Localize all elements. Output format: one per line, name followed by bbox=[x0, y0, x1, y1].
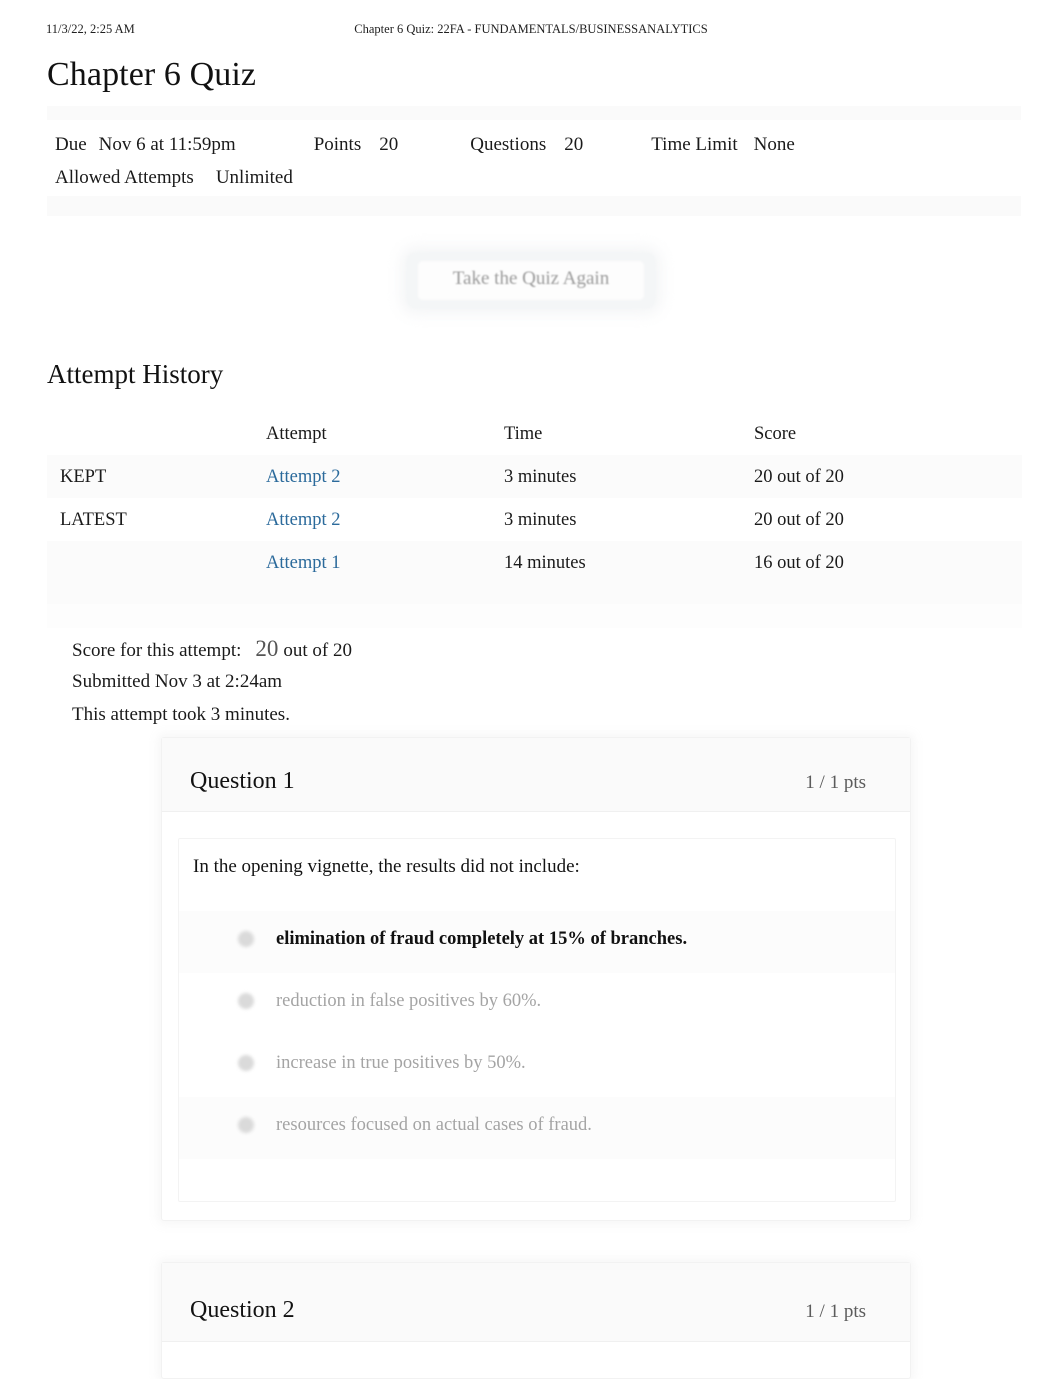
duration-line: This attempt took 3 minutes. bbox=[72, 704, 290, 725]
attempt-status: KEPT bbox=[60, 467, 107, 487]
submitted-line: Submitted Nov 3 at 2:24am bbox=[72, 671, 283, 692]
answer-label: resources focused on actual cases of fra… bbox=[276, 1115, 592, 1135]
attempt-history-title: Attempt History bbox=[47, 359, 224, 389]
answer-option[interactable]: resources focused on actual cases of fra… bbox=[179, 1097, 895, 1159]
allowed-attempts-value: Unlimited bbox=[215, 167, 293, 188]
points-value: 20 bbox=[379, 134, 399, 155]
print-document-title: Chapter 6 Quiz: 22FA - FUNDAMENTALS/BUSI… bbox=[354, 22, 708, 36]
answer-label: reduction in false positives by 60%. bbox=[276, 991, 542, 1011]
table-row: LATEST Attempt 2 3 minutes 20 out of 20 bbox=[47, 498, 1022, 541]
question-card: Question 2 1 / 1 pts bbox=[161, 1262, 911, 1379]
attempt-status: LATEST bbox=[60, 510, 127, 530]
points-label: Points bbox=[313, 134, 362, 155]
time-limit-label: Time Limit bbox=[651, 134, 738, 155]
score-line: Score for this attempt: 20 out of 20 bbox=[72, 632, 972, 665]
column-header-time: Time bbox=[504, 424, 543, 444]
question-points: 1 / 1 pts bbox=[805, 772, 866, 793]
answer-label: elimination of fraud completely at 15% o… bbox=[276, 929, 688, 949]
due-value: Nov 6 at 11:59pm bbox=[98, 134, 236, 155]
attempt-score: 20 out of 20 bbox=[754, 467, 844, 487]
quiz-details-row-attempts: Allowed Attempts Unlimited bbox=[55, 161, 1015, 194]
question-body: In the opening vignette, the results did… bbox=[178, 838, 896, 1202]
column-header-score: Score bbox=[754, 424, 797, 444]
question-title: Question 1 bbox=[190, 768, 295, 794]
table-header-row: Attempt Time Score bbox=[47, 412, 1022, 455]
question-points: 1 / 1 pts bbox=[805, 1301, 866, 1322]
questions-value: 20 bbox=[564, 134, 584, 155]
time-limit-value: None bbox=[753, 134, 795, 155]
attempt-time: 3 minutes bbox=[504, 510, 577, 530]
attempt-link[interactable]: Attempt 2 bbox=[266, 507, 341, 533]
allowed-attempts-label: Allowed Attempts bbox=[55, 167, 194, 188]
quiz-details-band-bottom bbox=[47, 196, 1021, 216]
quiz-details-band-top bbox=[47, 106, 1021, 120]
print-header: 11/3/22, 2:25 AM Chapter 6 Quiz: 22FA - … bbox=[0, 22, 1062, 42]
take-quiz-again-label: Take the Quiz Again bbox=[452, 268, 610, 289]
table-row: KEPT Attempt 2 3 minutes 20 out of 20 bbox=[47, 455, 1022, 498]
answer-option[interactable]: reduction in false positives by 60%. bbox=[179, 973, 895, 1035]
answer-label: increase in true positives by 50%. bbox=[276, 1053, 526, 1073]
table-footer-band bbox=[47, 584, 1022, 604]
radio-icon bbox=[238, 1055, 254, 1071]
questions-label: Questions bbox=[470, 134, 547, 155]
page-title: Chapter 6 Quiz bbox=[47, 56, 257, 93]
table-footer-band-2 bbox=[47, 604, 1022, 628]
question-title: Question 2 bbox=[190, 1297, 295, 1323]
quiz-details-row-primary: Due Nov 6 at 11:59pm Points 20 Questions 20 Ti… bbox=[55, 128, 1015, 161]
answer-list: elimination of fraud completely at 15% o… bbox=[179, 911, 895, 1159]
score-value: 20 bbox=[255, 636, 279, 661]
attempt-time: 3 minutes bbox=[504, 467, 577, 487]
radio-icon bbox=[238, 993, 254, 1009]
quiz-details: Due Nov 6 at 11:59pm Points 20 Questions 20 Ti… bbox=[55, 128, 1015, 194]
attempt-link[interactable]: Attempt 2 bbox=[266, 464, 341, 490]
question-card: Question 1 1 / 1 pts In the opening vign… bbox=[161, 737, 911, 1221]
score-out-of: out of 20 bbox=[283, 640, 352, 661]
attempt-score: 20 out of 20 bbox=[754, 510, 844, 530]
question-header: Question 1 1 / 1 pts bbox=[162, 738, 910, 812]
due-label: Due bbox=[55, 134, 87, 155]
attempt-link[interactable]: Attempt 1 bbox=[266, 550, 341, 576]
attempt-score: 16 out of 20 bbox=[754, 553, 844, 573]
radio-icon bbox=[238, 931, 254, 947]
attempt-time: 14 minutes bbox=[504, 553, 586, 573]
answer-option[interactable]: elimination of fraud completely at 15% o… bbox=[179, 911, 895, 973]
question-text: In the opening vignette, the results did… bbox=[193, 856, 580, 877]
question-header: Question 2 1 / 1 pts bbox=[162, 1263, 910, 1342]
radio-icon bbox=[238, 1117, 254, 1133]
answer-option[interactable]: increase in true positives by 50%. bbox=[179, 1035, 895, 1097]
column-header-attempt: Attempt bbox=[266, 424, 327, 444]
score-summary: Score for this attempt: 20 out of 20 Submi… bbox=[72, 632, 972, 731]
attempt-history-table: Attempt Time Score KEPT Attempt 2 3 minu… bbox=[47, 412, 1022, 628]
table-row: Attempt 1 14 minutes 16 out of 20 bbox=[47, 541, 1022, 584]
score-label: Score for this attempt: bbox=[72, 640, 242, 661]
